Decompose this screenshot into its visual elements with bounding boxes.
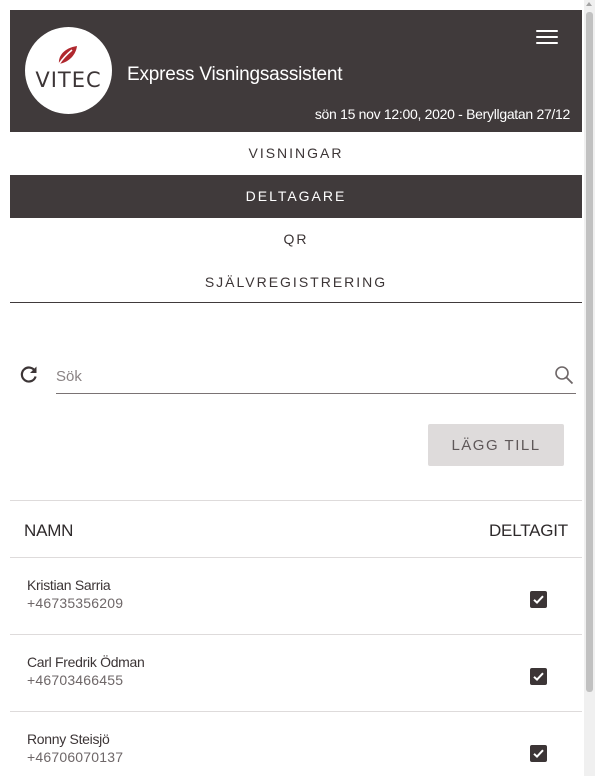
scroll-thumb[interactable] <box>586 12 593 692</box>
participant-name: Ronny Steisjö <box>27 731 110 747</box>
table-header: NAMN DELTAGIT <box>10 500 582 558</box>
attended-checkbox[interactable] <box>530 668 547 685</box>
vitec-logo: VITEC <box>25 27 112 114</box>
app-title: Express Visningsassistent <box>127 64 343 85</box>
column-header-attended: DELTAGIT <box>488 521 568 540</box>
scroll-up-arrow-icon[interactable] <box>586 2 592 6</box>
vitec-leaf-icon <box>58 46 77 65</box>
search-row <box>10 360 582 396</box>
participants-table: NAMN DELTAGIT Kristian Sarria +467353562… <box>10 500 582 776</box>
nav-item-deltagare[interactable]: DELTAGARE <box>10 175 582 218</box>
nav-item-visningar[interactable]: VISNINGAR <box>10 132 582 175</box>
participant-name: Kristian Sarria <box>27 577 111 593</box>
table-row: Carl Fredrik Ödman +46703466455 <box>10 635 582 712</box>
app-window: VITEC Express Visningsassistent sön 15 n… <box>10 10 582 776</box>
nav-item-qr[interactable]: QR <box>10 218 582 261</box>
app-header: VITEC Express Visningsassistent sön 15 n… <box>10 10 582 132</box>
session-info: sön 15 nov 12:00, 2020 - Beryllgatan 27/… <box>314 106 570 122</box>
attended-checkbox[interactable] <box>530 745 547 762</box>
nav-item-sjalvregistrering[interactable]: SJÄLVREGISTRERING <box>10 261 582 304</box>
table-row: Ronny Steisjö +46706070137 <box>10 712 582 776</box>
checkmark-icon <box>533 672 544 682</box>
add-participant-button[interactable]: LÄGG TILL <box>428 424 564 466</box>
participant-phone: +46706070137 <box>27 749 124 765</box>
logo-text: VITEC <box>35 68 102 92</box>
attended-checkbox[interactable] <box>530 591 547 608</box>
participant-phone: +46735356209 <box>27 595 124 611</box>
table-row: Kristian Sarria +46735356209 <box>10 558 582 635</box>
hamburger-menu-icon[interactable] <box>536 30 558 46</box>
checkmark-icon <box>533 749 544 759</box>
vertical-scrollbar[interactable] <box>584 0 595 776</box>
checkmark-icon <box>533 595 544 605</box>
participant-phone: +46703466455 <box>27 672 124 688</box>
magnifier-icon[interactable] <box>554 365 574 385</box>
search-input[interactable] <box>56 360 576 394</box>
participant-name: Carl Fredrik Ödman <box>27 654 145 670</box>
column-header-name: NAMN <box>24 521 74 540</box>
main-nav: VISNINGAR DELTAGARE QR SJÄLVREGISTRERING <box>10 132 582 304</box>
nav-divider <box>10 302 582 303</box>
refresh-icon[interactable] <box>19 364 39 384</box>
